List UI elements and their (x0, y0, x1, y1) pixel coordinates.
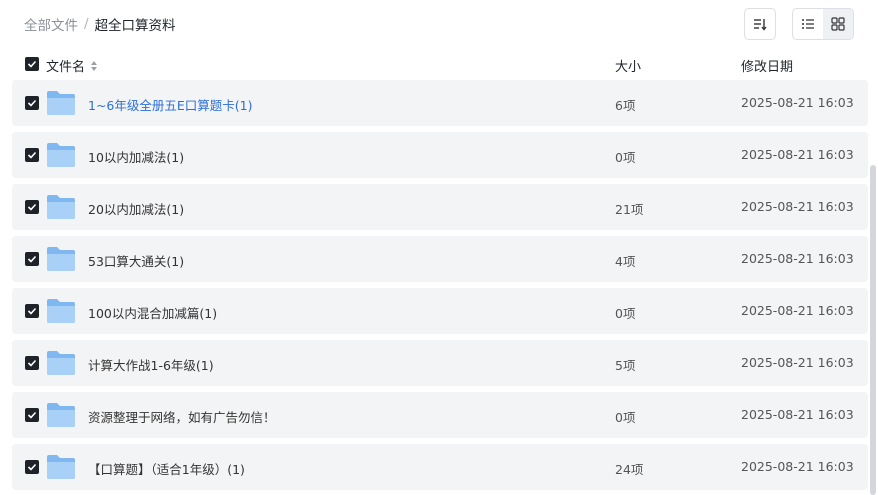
check-icon (27, 463, 37, 471)
check-icon (27, 203, 37, 211)
sort-button[interactable] (744, 8, 776, 40)
file-date: 2025-08-21 16:03 (741, 95, 854, 110)
file-date: 2025-08-21 16:03 (741, 459, 854, 474)
file-name[interactable]: 资源整理于网络，如有广告勿信！ (88, 407, 276, 426)
table-row[interactable]: 100以内混合加减篇(1) 0项 2025-08-21 16:03 (12, 288, 868, 334)
column-size-header[interactable]: 大小 (615, 56, 641, 75)
view-toggle (792, 8, 854, 40)
file-date: 2025-08-21 16:03 (741, 355, 854, 370)
grid-view-button[interactable] (823, 9, 853, 39)
table-row[interactable]: 1~6年级全册五E口算题卡(1) 6项 2025-08-21 16:03 (12, 80, 868, 126)
breadcrumb: 全部文件 / 超全口算资料 (24, 14, 176, 34)
check-icon (27, 151, 37, 159)
row-checkbox[interactable] (25, 148, 39, 162)
file-size: 21项 (615, 202, 644, 217)
row-checkbox[interactable] (25, 96, 39, 110)
breadcrumb-current: 超全口算资料 (94, 18, 176, 34)
folder-icon (47, 247, 75, 271)
sort-icon (754, 19, 767, 31)
list-view-button[interactable] (793, 9, 823, 39)
file-size: 0项 (615, 410, 636, 425)
check-icon (27, 307, 37, 315)
table-row[interactable]: 10以内加减法(1) 0项 2025-08-21 16:03 (12, 132, 868, 178)
file-date: 2025-08-21 16:03 (741, 303, 854, 318)
file-name-link[interactable]: 1~6年级全册五E口算题卡(1) (88, 95, 252, 114)
file-date: 2025-08-21 16:03 (741, 147, 854, 162)
row-checkbox[interactable] (25, 252, 39, 266)
file-name[interactable]: 计算大作战1-6年级(1) (88, 355, 214, 374)
table-row[interactable]: 【口算题】（适合1年级）(1) 24项 2025-08-21 16:03 (12, 444, 868, 490)
column-name-label: 文件名 (46, 60, 86, 75)
folder-icon (47, 195, 75, 219)
file-size: 4项 (615, 254, 636, 269)
file-name[interactable]: 20以内加减法(1) (88, 199, 184, 218)
file-date: 2025-08-21 16:03 (741, 251, 854, 266)
file-name[interactable]: 53口算大通关(1) (88, 251, 184, 270)
folder-icon (47, 455, 75, 479)
check-icon (27, 359, 37, 367)
folder-icon (47, 351, 75, 375)
column-name-header[interactable]: 文件名 (46, 56, 99, 75)
row-checkbox[interactable] (25, 460, 39, 474)
file-name[interactable]: 【口算题】（适合1年级）(1) (88, 459, 245, 478)
file-name[interactable]: 100以内混合加减篇(1) (88, 303, 217, 322)
file-size: 0项 (615, 306, 636, 321)
folder-icon (47, 91, 75, 115)
select-all-checkbox[interactable] (25, 57, 39, 71)
breadcrumb-root[interactable]: 全部文件 (24, 14, 78, 34)
check-icon (27, 255, 37, 263)
grid-view-icon (831, 17, 845, 31)
folder-icon (47, 403, 75, 427)
folder-icon (47, 143, 75, 167)
table-row[interactable]: 计算大作战1-6年级(1) 5项 2025-08-21 16:03 (12, 340, 868, 386)
row-checkbox[interactable] (25, 356, 39, 370)
file-size: 0项 (615, 150, 636, 165)
folder-icon (47, 299, 75, 323)
sort-toggle-icon (91, 60, 98, 71)
table-header: 文件名 大小 修改日期 (12, 50, 868, 78)
row-checkbox[interactable] (25, 304, 39, 318)
vertical-scrollbar[interactable] (870, 165, 876, 495)
check-icon (27, 60, 37, 68)
file-size: 5项 (615, 358, 636, 373)
table-row[interactable]: 20以内加减法(1) 21项 2025-08-21 16:03 (12, 184, 868, 230)
check-icon (27, 411, 37, 419)
file-date: 2025-08-21 16:03 (741, 199, 854, 214)
table-row[interactable]: 53口算大通关(1) 4项 2025-08-21 16:03 (12, 236, 868, 282)
file-name[interactable]: 10以内加减法(1) (88, 147, 184, 166)
list-view-icon (802, 19, 814, 29)
row-checkbox[interactable] (25, 408, 39, 422)
table-row[interactable]: 资源整理于网络，如有广告勿信！ 0项 2025-08-21 16:03 (12, 392, 868, 438)
row-checkbox[interactable] (25, 200, 39, 214)
file-date: 2025-08-21 16:03 (741, 407, 854, 422)
check-icon (27, 99, 37, 107)
file-size: 24项 (615, 462, 644, 477)
column-date-header[interactable]: 修改日期 (741, 56, 793, 75)
file-size: 6项 (615, 98, 636, 113)
breadcrumb-separator: / (84, 16, 89, 32)
